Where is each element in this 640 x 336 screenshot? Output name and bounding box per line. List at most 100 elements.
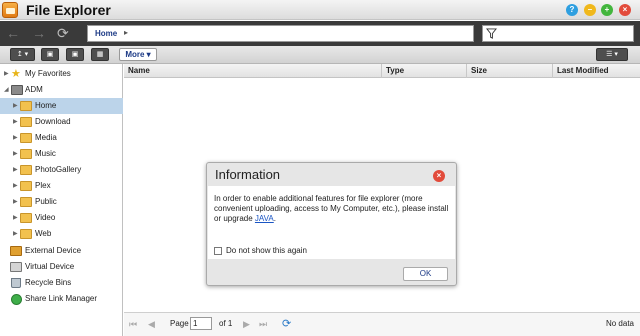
sidebar-label: Video xyxy=(35,213,56,222)
sidebar-item-recycle-bins[interactable]: Recycle Bins xyxy=(0,275,123,291)
last-page-icon[interactable]: ⏭ xyxy=(259,318,267,330)
refresh-icon[interactable]: ⟳ xyxy=(57,25,69,41)
dialog-body: In order to enable additional features f… xyxy=(208,186,455,259)
do-not-show-label[interactable]: Do not show this again xyxy=(226,246,307,255)
sidebar-item-adm[interactable]: ◢ ADM xyxy=(0,82,123,98)
sidebar-item-music[interactable]: ▶ Music xyxy=(0,146,123,162)
file-explorer-app-icon xyxy=(2,2,18,18)
sidebar-item-virtual-device[interactable]: Virtual Device xyxy=(0,259,123,275)
dialog-message-end: . xyxy=(273,214,276,223)
sidebar-label: ADM xyxy=(25,85,43,94)
pager-status: No data xyxy=(605,319,634,328)
sidebar-tree: ▶ ★ My Favorites ◢ ADM ▶ Home ▶ Download… xyxy=(0,64,123,336)
sidebar-label: Share Link Manager xyxy=(25,294,98,303)
more-label: More xyxy=(125,50,145,59)
folder-icon xyxy=(20,101,32,111)
sidebar-item-photogallery[interactable]: ▶ PhotoGallery xyxy=(0,162,123,178)
toolbar: ↥ ▾ ▣ ▣ ▦ More ▾ ☰ ▾ xyxy=(0,46,640,64)
java-link[interactable]: JAVA xyxy=(255,214,274,223)
sidebar-item-my-favorites[interactable]: ▶ ★ My Favorites xyxy=(0,66,123,82)
expand-arrow-icon[interactable]: ▶ xyxy=(4,66,9,82)
external-drive-icon xyxy=(10,246,22,256)
sidebar-label: Virtual Device xyxy=(25,262,75,271)
first-page-icon[interactable]: ⏮ xyxy=(129,318,137,330)
expand-arrow-icon[interactable]: ▶ xyxy=(13,98,18,114)
sidebar-item-video[interactable]: ▶ Video xyxy=(0,210,123,226)
expand-arrow-icon[interactable]: ▶ xyxy=(13,146,18,162)
navigation-bar: ← → ⟳ Home ▸ xyxy=(0,21,640,46)
sidebar-label: Plex xyxy=(35,181,51,190)
app-title: File Explorer xyxy=(26,2,111,18)
path-bar[interactable]: Home ▸ xyxy=(87,25,474,42)
folder-icon xyxy=(20,165,32,175)
sidebar-label: Public xyxy=(35,197,57,206)
close-window-button[interactable]: × xyxy=(619,4,631,16)
more-menu-button[interactable]: More ▾ xyxy=(119,48,157,61)
copy-icon[interactable]: ▦ xyxy=(91,48,109,61)
expand-arrow-icon[interactable]: ▶ xyxy=(13,162,18,178)
dialog-title: Information xyxy=(215,167,281,182)
page-number-input[interactable]: 1 xyxy=(190,317,212,330)
folder-icon xyxy=(20,213,32,223)
sidebar-label: Recycle Bins xyxy=(25,278,72,287)
dialog-message: In order to enable additional features f… xyxy=(214,194,450,224)
expand-arrow-icon[interactable]: ▶ xyxy=(13,178,18,194)
recycle-bin-icon xyxy=(11,278,21,288)
view-mode-button[interactable]: ☰ ▾ xyxy=(596,48,628,61)
sidebar-item-plex[interactable]: ▶ Plex xyxy=(0,178,123,194)
folder-icon xyxy=(20,117,32,127)
expand-arrow-icon[interactable]: ▶ xyxy=(13,194,18,210)
previous-page-icon[interactable]: ◀ xyxy=(148,318,155,330)
next-page-icon[interactable]: ▶ xyxy=(243,318,250,330)
virtual-device-icon xyxy=(10,262,22,272)
breadcrumb-home[interactable]: Home xyxy=(95,29,117,38)
breadcrumb-arrow-icon[interactable]: ▸ xyxy=(124,28,128,37)
star-icon: ★ xyxy=(11,68,21,80)
folder-action-icon[interactable]: ▣ xyxy=(66,48,84,61)
file-table-header: Name Type Size Last Modified xyxy=(124,64,640,78)
title-bar: File Explorer ? – + × xyxy=(0,0,640,20)
column-header-name[interactable]: Name xyxy=(124,64,381,78)
sidebar-label: PhotoGallery xyxy=(35,165,82,174)
maximize-button[interactable]: + xyxy=(601,4,613,16)
column-header-size[interactable]: Size xyxy=(466,64,552,78)
sidebar-item-share-link-manager[interactable]: Share Link Manager xyxy=(0,291,123,307)
sidebar-label: Home xyxy=(35,101,57,110)
back-arrow-icon[interactable]: ← xyxy=(6,25,20,41)
expand-arrow-icon[interactable]: ▶ xyxy=(13,130,18,146)
minimize-button[interactable]: – xyxy=(584,4,596,16)
filter-input[interactable] xyxy=(482,25,634,42)
forward-arrow-icon[interactable]: → xyxy=(32,25,46,41)
help-button[interactable]: ? xyxy=(566,4,578,16)
refresh-list-icon[interactable]: ⟳ xyxy=(282,318,291,330)
folder-icon xyxy=(20,133,32,143)
sidebar-item-media[interactable]: ▶ Media xyxy=(0,130,123,146)
collapse-arrow-icon[interactable]: ◢ xyxy=(4,82,9,98)
sidebar-item-download[interactable]: ▶ Download xyxy=(0,114,123,130)
new-folder-icon[interactable]: ▣ xyxy=(41,48,59,61)
expand-arrow-icon[interactable]: ▶ xyxy=(13,114,18,130)
share-link-icon xyxy=(11,294,22,305)
sidebar-label: Music xyxy=(35,149,56,158)
pagination-bar: ⏮ ◀ Page 1 of 1 ▶ ⏭ ⟳ No data xyxy=(124,312,640,336)
page-label: Page xyxy=(170,319,189,328)
expand-arrow-icon[interactable]: ▶ xyxy=(13,226,18,242)
sidebar-item-web[interactable]: ▶ Web xyxy=(0,226,123,242)
ok-button[interactable]: OK xyxy=(403,267,448,281)
column-header-last-modified[interactable]: Last Modified xyxy=(552,64,640,78)
folder-icon xyxy=(20,229,32,239)
sidebar-item-public[interactable]: ▶ Public xyxy=(0,194,123,210)
upload-button[interactable]: ↥ ▾ xyxy=(10,48,35,61)
folder-icon xyxy=(20,197,32,207)
sidebar-item-external-device[interactable]: External Device xyxy=(0,243,123,259)
dialog-message-text: In order to enable additional features f… xyxy=(214,194,449,223)
sidebar-item-home[interactable]: ▶ Home xyxy=(0,98,123,114)
folder-icon xyxy=(20,149,32,159)
sidebar-label: Download xyxy=(35,117,71,126)
sidebar-label: Media xyxy=(35,133,57,142)
nas-device-icon xyxy=(11,85,23,95)
expand-arrow-icon[interactable]: ▶ xyxy=(13,210,18,226)
do-not-show-checkbox[interactable] xyxy=(214,247,222,255)
column-header-type[interactable]: Type xyxy=(381,64,466,78)
dialog-close-icon[interactable]: × xyxy=(433,170,445,182)
